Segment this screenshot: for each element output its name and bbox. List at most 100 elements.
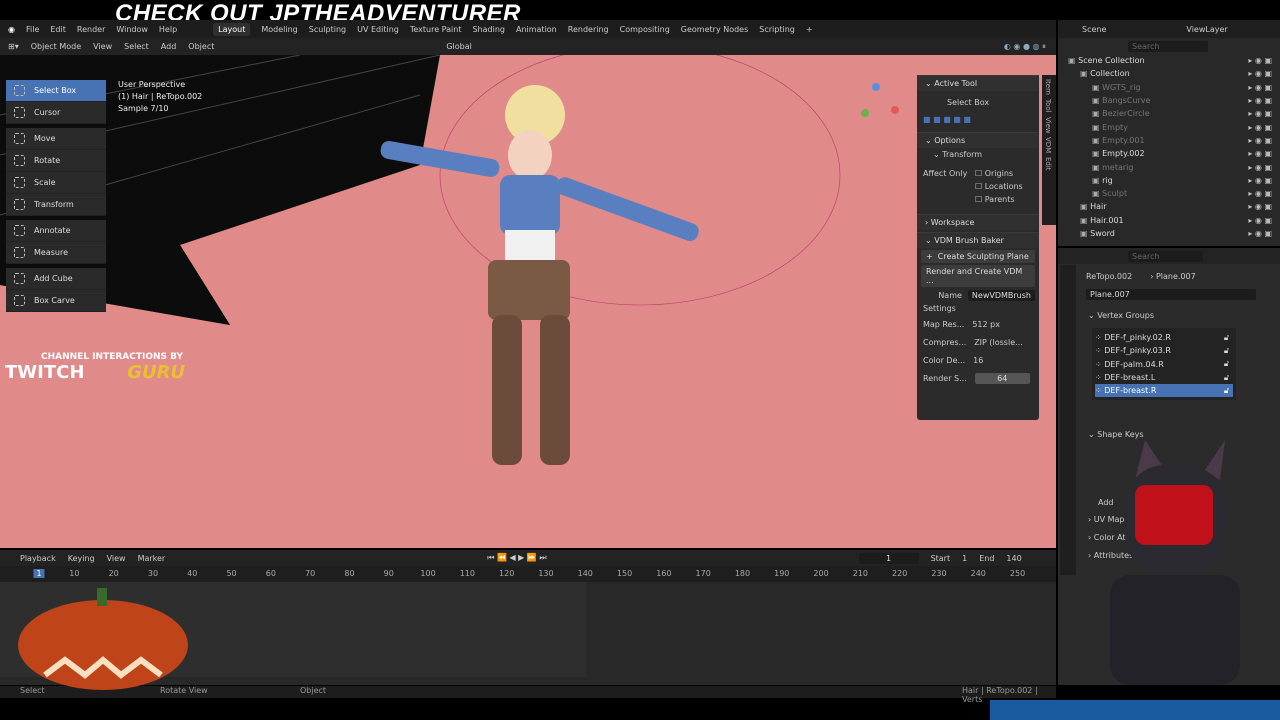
menu-object[interactable]: Object: [188, 42, 214, 51]
menu-help[interactable]: Help: [159, 25, 177, 34]
tool-move[interactable]: Move: [6, 128, 106, 150]
visibility-icons[interactable]: ▸ ◉ ▣: [1248, 149, 1272, 158]
vertex-groups-header[interactable]: ⌄ Vertex Groups: [1058, 309, 1280, 322]
vertex-group-item[interactable]: ⁘ DEF-palm.04.R 🔓︎: [1095, 358, 1233, 371]
tab-texture-paint[interactable]: Texture Paint: [410, 25, 462, 34]
vdm-header[interactable]: ⌄ VDM Brush Baker: [917, 232, 1039, 248]
shading-icons[interactable]: ◐ ◉ ● ◍ ⏸: [1004, 42, 1046, 52]
menu-select[interactable]: Select: [124, 42, 149, 51]
selection-mode-icons[interactable]: ■ ■ ■ ■ ■: [917, 113, 1039, 126]
outliner-row[interactable]: ▣ BangsCurve ▸ ◉ ▣: [1058, 94, 1280, 107]
visibility-icons[interactable]: ▸ ◉ ▣: [1248, 202, 1272, 211]
tab-item[interactable]: Item: [1044, 79, 1052, 95]
visibility-icons[interactable]: ▸ ◉ ▣: [1248, 216, 1272, 225]
lock-icon[interactable]: 🔓︎: [1224, 359, 1229, 369]
outliner-row[interactable]: ▣ Empty.001 ▸ ◉ ▣: [1058, 134, 1280, 147]
tab-uv-editing[interactable]: UV Editing: [357, 25, 399, 34]
current-frame-field[interactable]: 1: [858, 552, 919, 564]
vertex-group-item[interactable]: ⁘ DEF-breast.R 🔓︎: [1095, 384, 1233, 398]
render-create-vdm-button[interactable]: Render and Create VDM ...: [921, 265, 1035, 287]
tab-modeling[interactable]: Modeling: [261, 25, 297, 34]
tool-annotate[interactable]: Annotate: [6, 220, 106, 242]
parents-checkbox[interactable]: ☐ Parents: [917, 193, 1039, 206]
create-sculpting-plane-button[interactable]: + Create Sculpting Plane: [921, 250, 1035, 263]
tool-box-carve[interactable]: Box Carve: [6, 290, 106, 312]
visibility-icons[interactable]: ▸ ◉ ▣: [1248, 56, 1272, 65]
view-layer-select[interactable]: ViewLayer: [1186, 25, 1227, 34]
compression-row[interactable]: Compres... ZIP (lossle...: [917, 333, 1039, 351]
vertex-group-item[interactable]: ⁘ DEF-f_pinky.03.R 🔓︎: [1095, 344, 1233, 357]
tab-shading[interactable]: Shading: [472, 25, 505, 34]
outliner-row[interactable]: ▣ Empty.002 ▸ ◉ ▣: [1058, 147, 1280, 160]
end-field[interactable]: 140: [1006, 554, 1021, 563]
tab-layout[interactable]: Layout: [213, 22, 251, 36]
map-resolution-row[interactable]: Map Res... 512 px: [917, 315, 1039, 333]
tool-add-cube[interactable]: Add Cube: [6, 268, 106, 290]
visibility-icons[interactable]: ▸ ◉ ▣: [1248, 176, 1272, 185]
lock-icon[interactable]: 🔓︎: [1224, 346, 1229, 356]
timeline-playback-menu[interactable]: Playback: [20, 554, 56, 563]
color-depth-row[interactable]: Color De... 16: [917, 351, 1039, 369]
visibility-icons[interactable]: ▸ ◉ ▣: [1248, 229, 1272, 238]
vertex-group-item[interactable]: ⁘ DEF-breast.L 🔓︎: [1095, 371, 1233, 384]
workspace-header[interactable]: › Workspace: [917, 214, 1039, 230]
outliner-row[interactable]: ▣ Empty ▸ ◉ ▣: [1058, 120, 1280, 133]
outliner-search[interactable]: Search: [1128, 40, 1208, 52]
lock-icon[interactable]: 🔓︎: [1224, 386, 1229, 396]
tab-tool[interactable]: Tool: [1044, 99, 1052, 113]
outliner-row[interactable]: ▣ metarig ▸ ◉ ▣: [1058, 160, 1280, 173]
name-field[interactable]: NewVDMBrush: [967, 290, 1035, 301]
properties-search[interactable]: Search: [1128, 250, 1203, 262]
tool-cursor[interactable]: Cursor: [6, 102, 106, 124]
options-header[interactable]: ⌄ Options: [917, 132, 1039, 148]
tool-rotate[interactable]: Rotate: [6, 150, 106, 172]
outliner-row[interactable]: ▣ Hair.001 ▸ ◉ ▣: [1058, 214, 1280, 227]
timeline-view-menu[interactable]: View: [107, 554, 126, 563]
visibility-icons[interactable]: ▸ ◉ ▣: [1248, 83, 1272, 92]
tab-vdm[interactable]: VDM: [1044, 137, 1052, 153]
scene-select[interactable]: Scene: [1082, 25, 1106, 34]
tool-scale[interactable]: Scale: [6, 172, 106, 194]
orientation-select[interactable]: Global: [446, 42, 472, 51]
lock-icon[interactable]: 🔓︎: [1224, 373, 1229, 383]
tab-edit[interactable]: Edit: [1044, 157, 1052, 171]
blender-logo-icon[interactable]: ◉: [8, 25, 15, 34]
visibility-icons[interactable]: ▸ ◉ ▣: [1248, 109, 1272, 118]
tab-animation[interactable]: Animation: [516, 25, 557, 34]
visibility-icons[interactable]: ▸ ◉ ▣: [1248, 189, 1272, 198]
tab-view[interactable]: View: [1044, 117, 1052, 134]
outliner-row[interactable]: ▣ Sword ▸ ◉ ▣: [1058, 227, 1280, 240]
visibility-icons[interactable]: ▸ ◉ ▣: [1248, 136, 1272, 145]
tab-geometry-nodes[interactable]: Geometry Nodes: [681, 25, 748, 34]
visibility-icons[interactable]: ▸ ◉ ▣: [1248, 163, 1272, 172]
mode-select[interactable]: Object Mode: [31, 42, 81, 51]
lock-icon[interactable]: 🔓︎: [1224, 333, 1229, 343]
menu-view[interactable]: View: [93, 42, 112, 51]
outliner-row[interactable]: ▣ Collection ▸ ◉ ▣: [1058, 67, 1280, 80]
outliner-row[interactable]: ▣ rig ▸ ◉ ▣: [1058, 174, 1280, 187]
editor-type-icon[interactable]: ⊞▾: [8, 42, 19, 51]
playback-controls[interactable]: ⏮ ⏪ ◀ ▶ ⏩ ⏭: [487, 553, 546, 563]
timeline-marker-menu[interactable]: Marker: [138, 554, 166, 563]
properties-tabs[interactable]: [1060, 265, 1076, 575]
menu-render[interactable]: Render: [77, 25, 105, 34]
visibility-icons[interactable]: ▸ ◉ ▣: [1248, 69, 1272, 78]
outliner-row[interactable]: ▣ Sculpt ▸ ◉ ▣: [1058, 187, 1280, 200]
visibility-icons[interactable]: ▸ ◉ ▣: [1248, 123, 1272, 132]
outliner-row[interactable]: ▣ Hair ▸ ◉ ▣: [1058, 200, 1280, 213]
tab-sculpting[interactable]: Sculpting: [309, 25, 346, 34]
menu-window[interactable]: Window: [116, 25, 148, 34]
locations-checkbox[interactable]: ☐ Locations: [917, 180, 1039, 193]
menu-edit[interactable]: Edit: [50, 25, 66, 34]
tab-scripting[interactable]: Scripting: [759, 25, 795, 34]
tab-rendering[interactable]: Rendering: [568, 25, 609, 34]
3d-viewport[interactable]: [0, 55, 1056, 548]
active-tool-header[interactable]: ⌄ Active Tool: [917, 75, 1039, 91]
menu-add[interactable]: Add: [161, 42, 177, 51]
render-samples-row[interactable]: Render S... 64: [917, 369, 1039, 387]
tab-compositing[interactable]: Compositing: [620, 25, 670, 34]
outliner-row[interactable]: ▣ WGTS_rig ▸ ◉ ▣: [1058, 81, 1280, 94]
tool-transform[interactable]: Transform: [6, 194, 106, 216]
start-field[interactable]: 1: [962, 554, 967, 563]
vertex-group-item[interactable]: ⁘ DEF-f_pinky.02.R 🔓︎: [1095, 331, 1233, 344]
